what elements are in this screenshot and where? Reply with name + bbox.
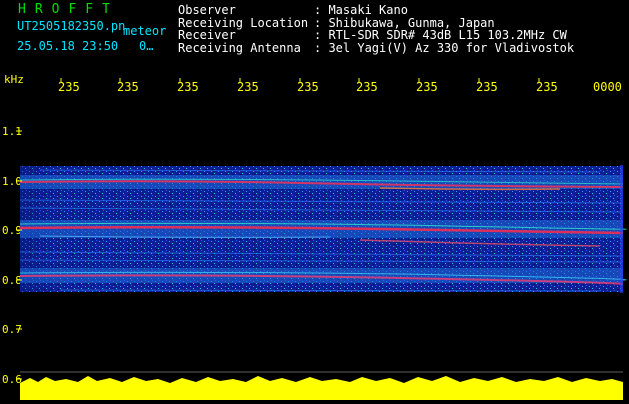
signal-band-800 xyxy=(19,268,627,285)
waterfall-svg xyxy=(16,78,627,400)
signal-band-1000 xyxy=(19,175,624,191)
time-edge-marker xyxy=(620,165,623,293)
waterfall-display xyxy=(0,0,629,404)
time-tick-marks xyxy=(60,78,540,82)
noise-floor-strip xyxy=(20,376,623,400)
